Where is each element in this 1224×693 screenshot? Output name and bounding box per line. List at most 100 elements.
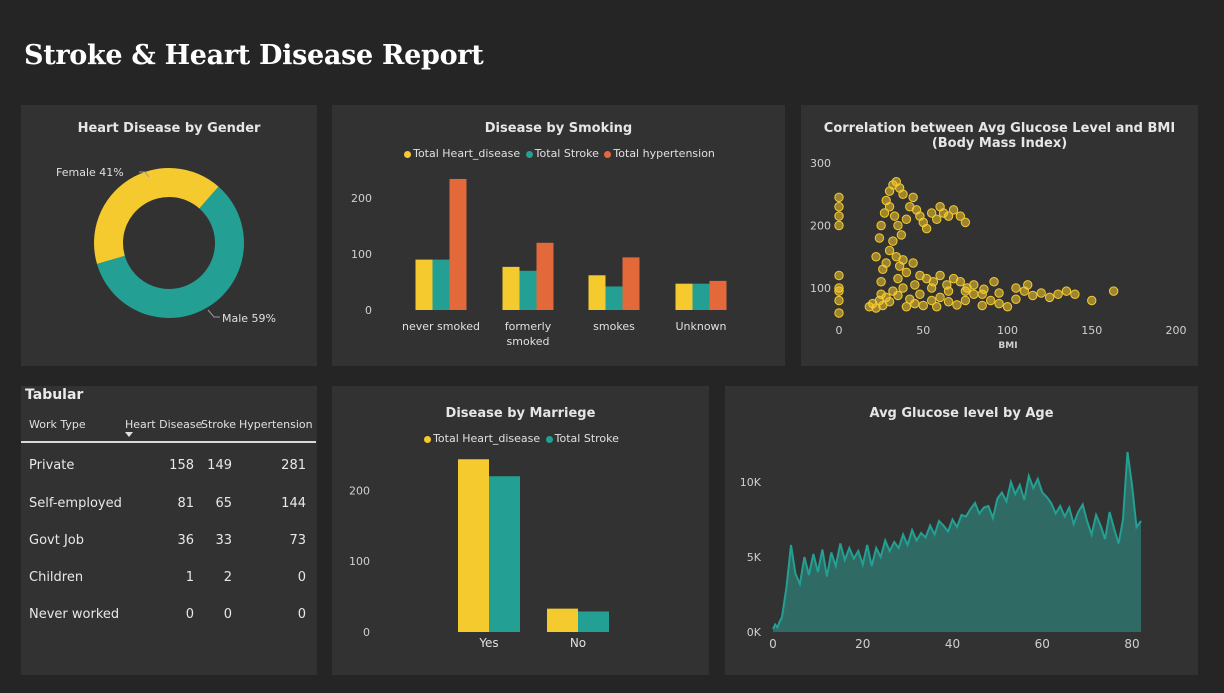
col-header-stroke[interactable]: Stroke [201,418,236,431]
scatter-point[interactable] [915,289,925,299]
scatter-point[interactable] [893,220,903,231]
gender-panel[interactable]: Heart Disease by Gender Female 41% Male … [21,105,317,366]
bar-total-heart-disease[interactable] [547,608,578,632]
gender-donut-chart[interactable]: Female 41% Male 59% [21,105,317,366]
scatter-point[interactable] [898,255,908,265]
scatter-point[interactable] [876,220,886,231]
bar-total-stroke[interactable] [692,283,710,310]
table-row[interactable]: Private 158 149 281 [21,458,317,478]
bar-total-stroke[interactable] [489,476,520,632]
scatter-point[interactable] [994,298,1004,309]
scatter-point[interactable] [908,192,918,203]
scatter-point[interactable] [1044,292,1055,303]
scatter-point[interactable] [1011,283,1021,293]
scatter-point[interactable] [874,233,885,243]
bar-total-heart-disease[interactable] [502,266,520,310]
scatter-point[interactable] [896,230,907,240]
scatter-point[interactable] [948,205,959,215]
scatter-point[interactable] [893,273,903,284]
bar-total-stroke[interactable] [432,259,450,310]
scatter-point[interactable] [994,288,1004,298]
marriage-panel[interactable]: Disease by Marriege Total Heart_disease … [332,386,709,675]
bar-total-hypertension[interactable] [622,257,640,310]
scatter-point[interactable] [834,295,844,306]
table-row[interactable]: Self-employed 81 65 144 [21,496,317,516]
smoking-panel[interactable]: Disease by Smoking Total Heart_disease T… [332,105,785,366]
scatter-point[interactable] [960,286,971,296]
scatter-point[interactable] [834,192,844,203]
scatter-point[interactable] [871,252,881,262]
scatter-point[interactable] [901,214,912,224]
scatter-point[interactable] [1087,295,1097,306]
scatter-point[interactable] [1061,286,1072,296]
scatter-point[interactable] [932,214,942,224]
scatter-point[interactable] [876,277,886,287]
scatter-point[interactable] [985,295,996,306]
marriage-bar-chart[interactable]: 0 100 200 Yes No [332,386,709,675]
scatter-point[interactable] [1011,294,1021,304]
scatter-point[interactable] [898,283,908,293]
scatter-point[interactable] [1002,302,1013,312]
bar-total-hypertension[interactable] [449,178,467,310]
scatter-point[interactable] [921,223,932,234]
scatter-panel[interactable]: Correlation between Avg Glucose Level an… [801,105,1198,366]
scatter-point[interactable] [1108,286,1119,296]
scatter-point[interactable] [955,277,966,287]
scatter-point[interactable] [989,277,999,287]
scatter-point[interactable] [952,300,962,310]
table-row[interactable]: Never worked 0 0 0 [21,607,317,627]
bar-total-stroke[interactable] [519,270,537,310]
scatter-point[interactable] [884,297,895,307]
scatter-point[interactable] [977,289,987,299]
scatter-point[interactable] [977,300,987,311]
scatter-point[interactable] [901,267,912,278]
col-header-work-type[interactable]: Work Type [29,418,86,431]
bar-total-hypertension[interactable] [709,280,727,310]
bar-total-heart-disease[interactable] [675,283,693,310]
scatter-point[interactable] [1053,289,1063,299]
scatter-point[interactable] [881,258,891,268]
scatter-point[interactable] [969,289,979,299]
scatter-point[interactable] [932,302,942,312]
scatter-point[interactable] [935,270,945,281]
scatter-point[interactable] [884,245,895,256]
scatter-point[interactable] [1036,288,1046,298]
table-row[interactable]: Govt Job 36 33 73 [21,533,317,553]
area-fill[interactable] [773,452,1141,632]
scatter-point[interactable] [960,217,971,228]
scatter-chart[interactable]: 100 200 300 0 50 100 150 200 BMI [801,105,1198,366]
table-row[interactable]: Children 1 2 0 [21,570,317,590]
scatter-point[interactable] [910,280,920,290]
scatter-point[interactable] [935,292,945,303]
bar-total-heart-disease[interactable] [458,459,489,632]
scatter-point[interactable] [834,270,844,281]
scatter-point[interactable] [926,283,937,293]
smoking-bar-chart[interactable]: 0 100 200 never smoked formerly smoked smokes U… [332,105,785,366]
glucose-age-area-chart[interactable]: 0K 5K 10K 0 20 40 60 80 [725,386,1198,675]
scatter-point[interactable] [1023,280,1033,290]
bar-total-heart-disease[interactable] [415,259,433,310]
scatter-point[interactable] [834,202,844,212]
scatter-point[interactable] [943,297,954,307]
col-header-hypertension[interactable]: Hypertension [239,418,313,431]
scatter-point[interactable] [910,298,920,309]
scatter-point[interactable] [908,258,918,268]
glucose-age-panel[interactable]: Avg Glucose level by Age 0K 5K 10K 0 20 40 60 8… [725,386,1198,675]
slice-female[interactable] [94,168,219,265]
scatter-point[interactable] [884,202,895,212]
scatter-point[interactable] [834,286,844,296]
scatter-point[interactable] [834,211,844,221]
scatter-point[interactable] [1070,289,1080,299]
scatter-point[interactable] [834,220,844,231]
scatter-point[interactable] [918,300,928,311]
scatter-point[interactable] [889,211,900,221]
scatter-point[interactable] [969,280,979,290]
bar-total-stroke[interactable] [605,286,623,310]
scatter-point[interactable] [960,295,971,306]
bar-total-heart-disease[interactable] [588,275,606,310]
bar-total-hypertension[interactable] [536,242,554,310]
scatter-point[interactable] [898,189,908,199]
bar-total-stroke[interactable] [578,611,609,632]
col-header-heart-disease[interactable]: Heart Disease [125,418,202,431]
scatter-point[interactable] [888,236,898,246]
